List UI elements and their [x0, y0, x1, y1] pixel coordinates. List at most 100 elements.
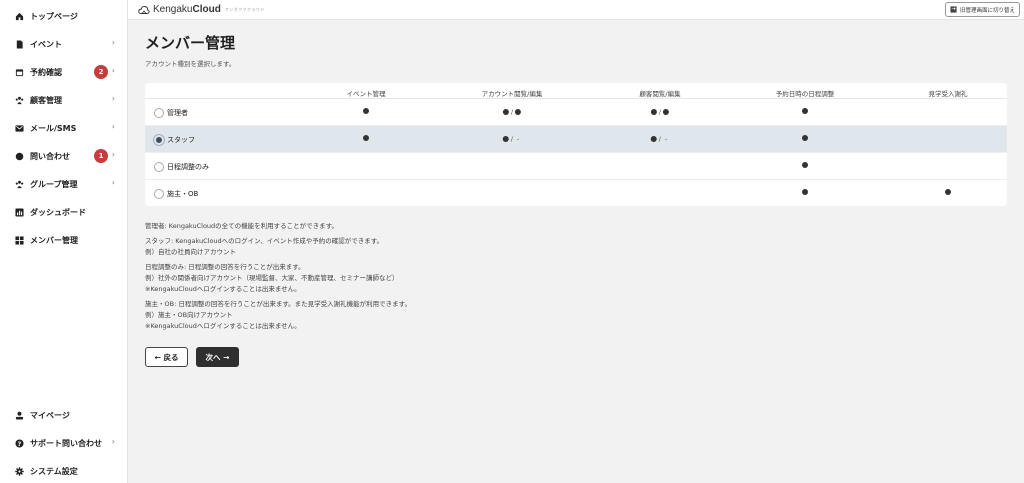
description-line: ※KengakuCloudへログインすることは出来ません。	[145, 285, 301, 293]
chevron-right-icon: ›	[111, 66, 115, 75]
sidebar-item-members[interactable]: メンバー管理	[0, 231, 128, 249]
permission-cell	[945, 189, 951, 195]
gear-icon	[14, 466, 24, 476]
sidebar-item-label: トップページ	[30, 11, 78, 21]
sidebar-item-reservations[interactable]: 予約確認 2 ›	[0, 63, 128, 81]
logo-text-light: Kengaku	[153, 4, 193, 15]
sidebar-item-label: 顧客管理	[30, 95, 62, 105]
cell-separator: /	[510, 108, 514, 116]
permission-cell	[802, 162, 808, 168]
switch-icon	[950, 6, 957, 13]
description-line: 例）自社の社員向けアカウント	[145, 248, 236, 256]
description-line: スタッフ: KengakuCloudへのログイン、イベント作成や予約の確認ができ…	[145, 237, 384, 245]
permission-dot-icon	[515, 109, 522, 115]
svg-text:?: ?	[17, 440, 21, 447]
table-header: イベント管理 アカウント閲覧/編集 顧客閲覧/編集 予約日時の日程調整 見学受入…	[145, 83, 1007, 99]
column-header: アカウント閲覧/編集	[481, 90, 543, 98]
permission-cell	[802, 135, 808, 141]
account-type-description: 管理者: KengakuCloudの全ての機能を利用することができます。 スタッ…	[145, 221, 745, 332]
sidebar-item-label: イベント	[30, 39, 62, 49]
calendar-icon	[14, 67, 24, 77]
sidebar-item-support[interactable]: ? サポート問い合わせ ›	[0, 434, 128, 452]
permission-cell	[802, 189, 808, 195]
members-icon	[14, 235, 24, 245]
sidebar-item-label: 予約確認	[30, 67, 62, 77]
app-window: トップページ イベント › 予約確認 2 › 顧客管理 › メール/SMS › …	[0, 0, 1024, 483]
permission-dot-icon	[650, 136, 657, 142]
permission-cell: / -	[502, 135, 522, 143]
permission-dot-icon	[945, 189, 951, 195]
radio-button[interactable]	[154, 108, 164, 118]
permission-cell	[363, 135, 369, 141]
logo-subtext: ケンガクククラウド	[224, 6, 265, 12]
permission-dot-icon	[363, 135, 369, 141]
sidebar-item-inquiries[interactable]: 問い合わせ 1 ›	[0, 147, 128, 165]
switch-button-label: 旧管理画面に切り替え	[959, 7, 1015, 14]
page-subtitle: アカウント種別を選択します。	[145, 60, 236, 68]
description-line: 例）社外の関係者向けアカウント（現場監督、大家、不動産管理、セミナー講師など）	[145, 274, 399, 282]
notification-badge: 2	[94, 65, 108, 79]
row-label: 施主・OB	[167, 190, 199, 198]
sidebar-item-label: システム設定	[30, 466, 78, 476]
description-line: 管理者: KengakuCloudの全ての機能を利用することができます。	[145, 222, 339, 230]
column-header: 見学受入謝礼	[928, 90, 968, 98]
cell-separator: /	[658, 108, 662, 116]
description-line: 例）施主・OB向けアカウント	[145, 311, 233, 319]
cell-separator: /	[658, 135, 661, 143]
document-icon	[14, 39, 24, 49]
sidebar-item-groups[interactable]: グループ管理 ›	[0, 175, 128, 193]
radio-button-selected[interactable]	[154, 135, 164, 145]
dashboard-icon	[14, 207, 24, 217]
switch-to-legacy-button[interactable]: 旧管理画面に切り替え	[944, 2, 1020, 17]
permission-dot-icon	[363, 108, 369, 114]
radio-button[interactable]	[154, 189, 164, 199]
permission-dot-icon	[802, 108, 808, 114]
sidebar-item-label: メール/SMS	[30, 123, 77, 133]
sidebar-item-mypage[interactable]: マイページ	[0, 406, 128, 424]
sidebar-item-mail[interactable]: メール/SMS ›	[0, 119, 128, 137]
permission-dot-icon	[650, 109, 657, 115]
cell-dash: -	[516, 135, 520, 143]
sidebar-item-event[interactable]: イベント ›	[0, 35, 128, 53]
permission-dot-icon	[663, 109, 670, 115]
sidebar-item-dashboard[interactable]: ダッシュボード	[0, 203, 128, 221]
description-line: 日程調整のみ: 日程調整の回答を行うことが出来ます。	[145, 263, 305, 271]
main-content: メンバー管理 アカウント種別を選択します。 イベント管理 アカウント閲覧/編集 …	[128, 20, 1024, 483]
mail-icon	[14, 123, 24, 133]
description-line: ※KengakuCloudへログインすることは出来ません。	[145, 322, 301, 330]
row-label: スタッフ	[167, 136, 195, 144]
back-button[interactable]: ← 戻る	[145, 347, 188, 367]
permission-cell: / -	[650, 135, 670, 143]
table-row-owner-ob[interactable]: 施主・OB	[145, 180, 1007, 206]
sidebar-item-label: グループ管理	[30, 179, 78, 189]
table-row-staff[interactable]: スタッフ / - / -	[145, 126, 1007, 153]
cell-separator: /	[510, 135, 513, 143]
people-icon	[14, 95, 24, 105]
sidebar-item-top[interactable]: トップページ	[0, 7, 128, 25]
table-row-admin[interactable]: 管理者 / /	[145, 99, 1007, 126]
next-button[interactable]: 次へ →	[196, 347, 239, 367]
permission-cell: /	[502, 108, 522, 116]
cell-dash: -	[664, 135, 668, 143]
column-header: 予約日時の日程調整	[775, 90, 835, 98]
logo-text: KengakuCloud	[153, 4, 221, 15]
sidebar: トップページ イベント › 予約確認 2 › 顧客管理 › メール/SMS › …	[0, 0, 128, 483]
top-bar: KengakuCloud ケンガクククラウド 旧管理画面に切り替え	[128, 0, 1024, 20]
sidebar-item-settings[interactable]: システム設定	[0, 462, 128, 480]
chevron-right-icon: ›	[111, 94, 115, 103]
home-icon	[14, 11, 24, 21]
help-icon: ?	[14, 438, 24, 448]
logo[interactable]: KengakuCloud ケンガクククラウド	[138, 4, 265, 15]
sidebar-item-label: マイページ	[30, 410, 70, 420]
permission-cell	[363, 108, 369, 114]
sidebar-item-customers[interactable]: 顧客管理 ›	[0, 91, 128, 109]
table-row-schedule-only[interactable]: 日程調整のみ	[145, 153, 1007, 180]
permission-dot-icon	[802, 162, 808, 168]
row-label: 日程調整のみ	[167, 163, 209, 171]
column-header: 顧客閲覧/編集	[639, 90, 681, 98]
radio-button[interactable]	[154, 162, 164, 172]
chevron-right-icon: ›	[111, 122, 115, 131]
group-icon	[14, 179, 24, 189]
page-title: メンバー管理	[145, 34, 236, 52]
sidebar-item-label: サポート問い合わせ	[30, 438, 102, 448]
